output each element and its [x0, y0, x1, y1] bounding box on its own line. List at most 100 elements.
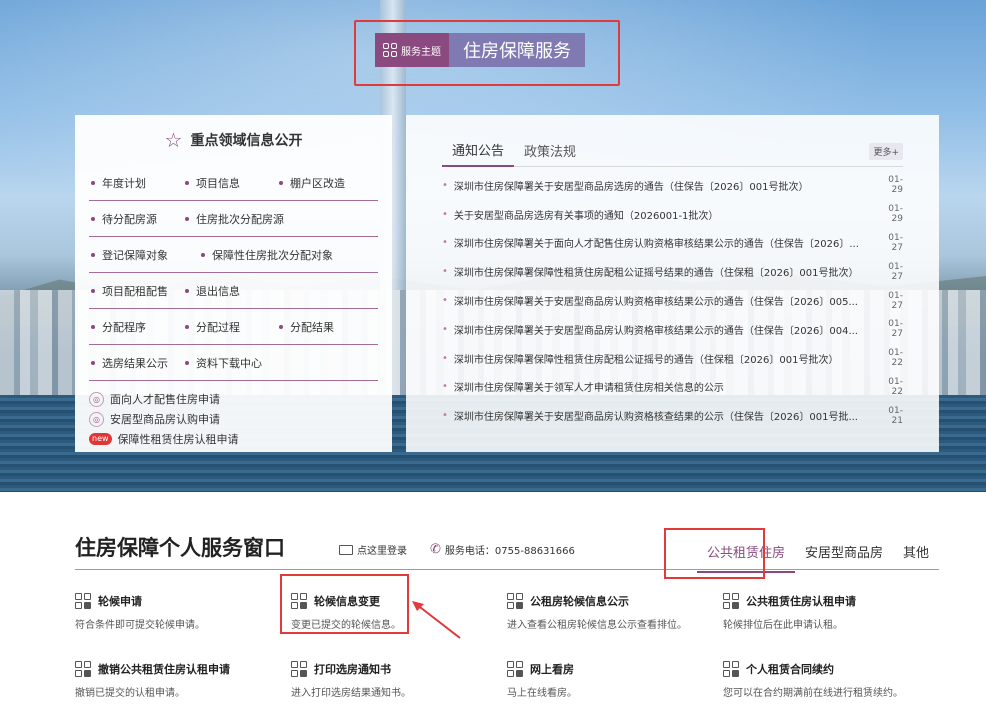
apply-icon: ◎	[89, 411, 104, 427]
phone-label: 服务电话：0755-88631666	[444, 546, 575, 557]
news-item[interactable]: • 深圳市住房保障署关于安居型商品房认购资格审核结果公示的通告（住保告〔2026〕…	[442, 286, 903, 315]
key-info-row: 年度计划 项目信息 棚户区改造	[89, 165, 378, 201]
apps-icon	[507, 661, 523, 677]
bullet-icon: •	[442, 208, 448, 220]
service-card[interactable]: 公租房轮候信息公示 进入查看公租房轮候信息公示查看排位。	[507, 592, 723, 660]
news-title[interactable]: 深圳市住房保障署关于安居型商品房认购资格审核结果公示的通告（住保告〔2026〕0…	[454, 293, 879, 308]
bullet-icon: •	[442, 323, 448, 335]
news-item[interactable]: • 深圳市住房保障署保障性租赁住房配租公证摇号的通告（住保租〔2026〕001号批…	[442, 344, 903, 373]
highlight-box	[280, 574, 409, 634]
news-date: 01-21	[888, 405, 903, 426]
more-button[interactable]: 更多+	[869, 143, 903, 160]
news-date: 01-27	[888, 290, 903, 311]
key-info-link[interactable]: 待分配房源	[89, 211, 183, 227]
service-card[interactable]: 网上看房 马上在线看房。	[507, 660, 723, 710]
service-card[interactable]: 打印选房通知书 进入打印选房结果通知书。	[291, 660, 507, 710]
news-item[interactable]: • 深圳市住房保障署关于面向人才配售住房认购资格审核结果公示的通告（住保告〔202…	[442, 229, 903, 258]
key-info-link[interactable]: 登记保障对象	[89, 247, 199, 263]
phone-icon: ✆	[430, 542, 441, 557]
service-card-title: 公共租赁住房认租申请	[746, 595, 856, 608]
quick-apply-link[interactable]: ◎ 安居型商品房认购申请	[89, 409, 378, 429]
apps-icon	[507, 593, 523, 609]
service-card[interactable]: 轮候申请 符合条件即可提交轮候申请。	[75, 592, 291, 660]
news-item[interactable]: • 深圳市住房保障署关于领军人才申请租赁住房相关信息的公示 01-22	[442, 373, 903, 402]
key-info-header: ☆ 重点领域信息公开	[89, 115, 378, 165]
tab-notices[interactable]: 通知公告	[442, 140, 515, 167]
bullet-icon: •	[442, 410, 448, 422]
news-item[interactable]: • 深圳市住房保障署关于安居型商品房认购资格审核结果公示的通告（住保告〔2026〕…	[442, 315, 903, 344]
key-info-link[interactable]: 分配过程	[183, 319, 277, 335]
apps-icon	[723, 661, 739, 677]
service-phone: ✆ 服务电话：0755-88631666	[430, 542, 575, 557]
news-title[interactable]: 深圳市住房保障署关于安居型商品房选房的通告（住保告〔2026〕001号批次）	[454, 178, 879, 193]
news-item[interactable]: • 深圳市住房保障署关于安居型商品房认购资格核查结果的公示（住保告〔2026〕00…	[442, 401, 903, 430]
service-title: 住房保障个人服务窗口	[75, 536, 285, 560]
news-date: 01-29	[888, 204, 903, 225]
apps-icon	[723, 593, 739, 609]
key-info-link[interactable]: 分配结果	[277, 319, 334, 335]
bullet-icon: •	[442, 237, 448, 249]
login-link[interactable]: 点这里登录	[339, 542, 407, 557]
service-card-desc: 马上在线看房。	[507, 688, 577, 699]
tab-affordable-housing[interactable]: 安居型商品房	[795, 542, 893, 573]
key-info-panel: ☆ 重点领域信息公开 年度计划 项目信息 棚户区改造 待分配房源 住房批次分配房…	[75, 115, 392, 452]
bullet-icon: •	[442, 352, 448, 364]
news-title[interactable]: 深圳市住房保障署关于安居型商品房认购资格核查结果的公示（住保告〔2026〕001…	[454, 408, 879, 423]
key-info-row: 选房结果公示 资料下载中心	[89, 345, 378, 381]
quick-apply-link[interactable]: ◎ 面向人才配售住房申请	[89, 389, 378, 409]
apps-icon	[75, 661, 91, 677]
key-info-link[interactable]: 项目配租配售	[89, 283, 183, 299]
news-item[interactable]: • 深圳市住房保障署保障性租赁住房配租公证摇号结果的通告（住保租〔2026〕001…	[442, 257, 903, 286]
apps-icon	[75, 593, 91, 609]
bullet-icon: •	[442, 179, 448, 191]
key-info-link[interactable]: 退出信息	[183, 283, 240, 299]
news-title[interactable]: 深圳市住房保障署保障性租赁住房配租公证摇号的通告（住保租〔2026〕001号批次…	[454, 351, 879, 366]
key-info-title: 重点领域信息公开	[190, 133, 303, 149]
news-list: • 深圳市住房保障署关于安居型商品房选房的通告（住保告〔2026〕001号批次） 0…	[442, 167, 903, 430]
key-info-link[interactable]: 资料下载中心	[183, 355, 262, 371]
news-title[interactable]: 关于安居型商品房选房有关事项的通知（2026001-1批次）	[454, 207, 879, 222]
quick-apply-links: ◎ 面向人才配售住房申请 ◎ 安居型商品房认购申请 new 保障性租赁住房认租申…	[89, 381, 378, 449]
news-item[interactable]: • 深圳市住房保障署关于安居型商品房选房的通告（住保告〔2026〕001号批次） 0…	[442, 171, 903, 200]
key-info-link[interactable]: 年度计划	[89, 175, 183, 191]
quick-apply-label: 安居型商品房认购申请	[110, 413, 220, 426]
news-title[interactable]: 深圳市住房保障署保障性租赁住房配租公证摇号结果的通告（住保租〔2026〕001号…	[454, 264, 879, 279]
news-date: 01-27	[888, 261, 903, 282]
news-item[interactable]: • 关于安居型商品房选房有关事项的通知（2026001-1批次） 01-29	[442, 200, 903, 229]
bullet-icon: •	[442, 266, 448, 278]
service-card[interactable]: 撤销公共租赁住房认租申请 撤销已提交的认租申请。	[75, 660, 291, 710]
highlight-box	[354, 20, 620, 86]
quick-apply-link[interactable]: new 保障性租赁住房认租申请	[89, 429, 378, 449]
service-card[interactable]: 公共租赁住房认租申请 轮候排位后在此申请认租。	[723, 592, 939, 660]
news-title[interactable]: 深圳市住房保障署关于领军人才申请租赁住房相关信息的公示	[454, 379, 879, 394]
key-info-link[interactable]: 住房批次分配房源	[183, 211, 284, 227]
bullet-icon: •	[442, 381, 448, 393]
service-grid: 轮候申请 符合条件即可提交轮候申请。 轮候信息变更 变更已提交的轮候信息。 公租…	[75, 592, 939, 710]
key-info-link[interactable]: 项目信息	[183, 175, 277, 191]
bullet-icon: •	[442, 295, 448, 307]
news-date: 01-27	[888, 232, 903, 253]
highlight-box	[664, 528, 765, 579]
key-info-link[interactable]: 选房结果公示	[89, 355, 183, 371]
key-info-link[interactable]: 棚户区改造	[277, 175, 345, 191]
tab-other[interactable]: 其他	[893, 542, 939, 573]
apply-icon: ◎	[89, 391, 104, 407]
service-card-desc: 您可以在合约期满前在线进行租赁续约。	[723, 688, 903, 699]
news-title[interactable]: 深圳市住房保障署关于安居型商品房认购资格审核结果公示的通告（住保告〔2026〕0…	[454, 322, 879, 337]
news-panel: 通知公告 政策法规 更多+ • 深圳市住房保障署关于安居型商品房选房的通告（住保告…	[406, 115, 939, 452]
key-info-link[interactable]: 保障性住房批次分配对象	[199, 247, 333, 263]
news-tabs: 通知公告 政策法规 更多+	[442, 115, 903, 167]
red-arrow-icon	[412, 601, 461, 639]
monitor-icon	[339, 544, 353, 555]
service-card[interactable]: 个人租赁合同续约 您可以在合约期满前在线进行租赁续约。	[723, 660, 939, 710]
quick-apply-label: 面向人才配售住房申请	[110, 393, 220, 406]
apps-icon	[291, 661, 307, 677]
key-info-link[interactable]: 分配程序	[89, 319, 183, 335]
tab-policies[interactable]: 政策法规	[514, 141, 586, 166]
news-date: 01-27	[888, 319, 903, 340]
news-title[interactable]: 深圳市住房保障署关于面向人才配售住房认购资格审核结果公示的通告（住保告〔2026…	[454, 235, 879, 250]
quick-apply-label: 保障性租赁住房认租申请	[117, 433, 239, 446]
service-card-title: 个人租赁合同续约	[746, 663, 834, 676]
service-card-desc: 进入打印选房结果通知书。	[291, 688, 411, 699]
service-card-desc: 进入查看公租房轮候信息公示查看排位。	[507, 620, 687, 631]
